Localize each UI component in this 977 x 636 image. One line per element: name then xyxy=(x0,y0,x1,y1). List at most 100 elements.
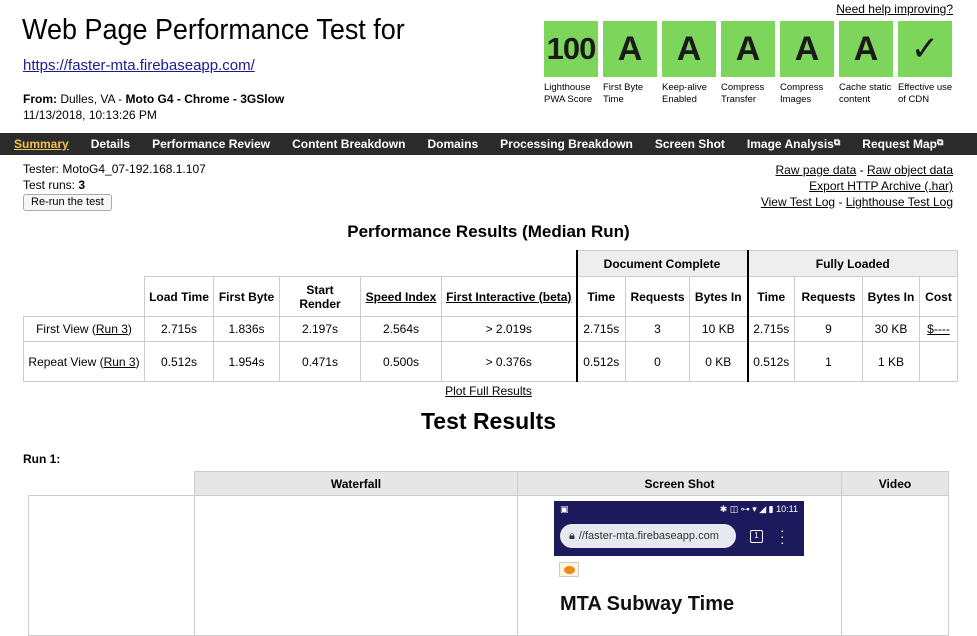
col-full-time: Time xyxy=(746,276,795,317)
grade-lighthouse[interactable]: 100 Lighthouse PWA Score xyxy=(544,21,603,106)
grade-label: Effective use of CDN xyxy=(898,82,953,105)
from-location: Dulles, VA xyxy=(60,92,115,106)
run-label: Run 1: xyxy=(23,452,61,466)
document-complete-header: Document Complete xyxy=(575,250,748,277)
grade-value: A xyxy=(662,21,716,77)
cost-cell[interactable]: $---- xyxy=(919,316,958,342)
col-full-requests: Requests xyxy=(794,276,863,317)
raw-page-data-link[interactable]: Raw page data xyxy=(776,163,857,177)
status-icons: ✱ ◫ ⊶ ▾ ◢ ▮ xyxy=(719,504,777,514)
grade-value: 100 xyxy=(544,21,598,77)
grade-label: Lighthouse PWA Score xyxy=(544,82,593,105)
tabs-icon: 1 xyxy=(750,530,763,543)
table-row: First View (Run 3) 2.715s 1.836s 2.197s … xyxy=(23,316,958,342)
site-logo-icon xyxy=(559,562,579,577)
more-vert-icon: · · · xyxy=(780,522,785,550)
tab-summary[interactable]: Summary xyxy=(14,137,69,151)
grade-label: Keep-alive Enabled xyxy=(662,82,707,105)
from-browser: Chrome xyxy=(184,92,230,106)
lighthouse-log-link[interactable]: Lighthouse Test Log xyxy=(846,195,953,209)
grade-value: A xyxy=(780,21,834,77)
col-first-interactive[interactable]: First Interactive (beta) xyxy=(441,276,577,317)
grades-panel: 100 Lighthouse PWA Score A First Byte Ti… xyxy=(544,21,957,106)
results-table: Waterfall Screen Shot Video xyxy=(28,471,949,636)
table-row: Repeat View (Run 3) 0.512s 1.954s 0.471s… xyxy=(23,341,958,382)
col-start-render: Start Render xyxy=(279,276,361,317)
grade-compress-images[interactable]: A Compress Images xyxy=(780,21,839,106)
col-load-time: Load Time xyxy=(144,276,214,317)
performance-table: Document Complete Fully Loaded Load Time… xyxy=(23,250,958,382)
nav-bar: Summary Details Performance Review Conte… xyxy=(0,133,977,155)
col-first-byte: First Byte xyxy=(213,276,280,317)
plot-full-results-link[interactable]: Plot Full Results xyxy=(445,384,532,398)
test-runs: Test runs: 3 xyxy=(23,178,86,192)
raw-object-data-link[interactable]: Raw object data xyxy=(867,163,953,177)
grade-value: A xyxy=(603,21,657,77)
from-label: From: xyxy=(23,92,57,106)
from-device: Moto G4 xyxy=(125,92,174,106)
grade-label: First Byte Time xyxy=(603,82,644,105)
help-improving-link[interactable]: Need help improving? xyxy=(836,2,953,16)
row-label: First View (Run 3) xyxy=(23,316,145,342)
plot-full-results: Plot Full Results xyxy=(0,384,977,398)
tested-url-link[interactable]: https://faster-mta.firebaseapp.com/ xyxy=(23,57,255,74)
grade-compress-transfer[interactable]: A Compress Transfer xyxy=(721,21,780,106)
col-speed-index[interactable]: Speed Index xyxy=(360,276,442,317)
col-video: Video xyxy=(841,471,949,496)
page-title: Web Page Performance Test for xyxy=(22,14,405,46)
tester-info: Tester: MotoG4_07-192.168.1.107 xyxy=(23,162,206,176)
col-doc-bytes: Bytes In xyxy=(689,276,748,317)
grade-label: Compress Images xyxy=(780,82,824,105)
cost-link[interactable]: $---- xyxy=(927,322,950,336)
tab-image-analysis[interactable]: Image Analysis⧉ xyxy=(747,137,840,151)
grade-label: Compress Transfer xyxy=(721,82,765,105)
export-har-link[interactable]: Export HTTP Archive (.har) xyxy=(809,179,953,193)
external-link-icon: ⧉ xyxy=(936,137,944,147)
screenshot-heading: MTA Subway Time xyxy=(560,593,735,615)
performance-results-title: Performance Results (Median Run) xyxy=(347,222,630,241)
tab-performance-review[interactable]: Performance Review xyxy=(152,137,270,151)
grade-first-byte[interactable]: A First Byte Time xyxy=(603,21,662,106)
video-cell xyxy=(841,495,949,636)
row-label: Repeat View (Run 3) xyxy=(23,341,145,382)
waterfall-cell[interactable] xyxy=(194,495,518,636)
grade-cdn[interactable]: ✓ Effective use of CDN xyxy=(898,21,957,106)
browser-toolbar: 🔒︎//faster-mta.firebaseapp.com 1 · · · xyxy=(554,518,804,556)
grade-value: A xyxy=(721,21,775,77)
run-link[interactable]: Run 3 xyxy=(104,355,136,369)
rerun-test-button[interactable]: Re-run the test xyxy=(23,194,112,211)
export-links: Raw page data - Raw object data Export H… xyxy=(760,163,953,209)
test-location: From: Dulles, VA - Moto G4 - Chrome - 3G… xyxy=(23,92,285,106)
col-cost: Cost xyxy=(919,276,958,317)
col-doc-requests: Requests xyxy=(625,276,690,317)
checkmark-icon: ✓ xyxy=(898,21,952,77)
phone-status-bar: ▣ ✱ ◫ ⊶ ▾ ◢ ▮ 10:11 xyxy=(554,501,804,518)
grade-cache-static[interactable]: A Cache static content xyxy=(839,21,898,106)
tab-request-map[interactable]: Request Map⧉ xyxy=(862,137,943,151)
fully-loaded-header: Fully Loaded xyxy=(746,250,958,277)
tab-domains[interactable]: Domains xyxy=(427,137,478,151)
test-results-title: Test Results xyxy=(420,408,557,434)
tab-processing-breakdown[interactable]: Processing Breakdown xyxy=(500,137,633,151)
col-screen-shot: Screen Shot xyxy=(517,471,842,496)
run-info-cell xyxy=(28,495,195,636)
grade-keep-alive[interactable]: A Keep-alive Enabled xyxy=(662,21,721,106)
address-bar: 🔒︎//faster-mta.firebaseapp.com xyxy=(560,524,736,548)
col-waterfall: Waterfall xyxy=(194,471,518,496)
col-doc-time: Time xyxy=(575,276,626,317)
external-link-icon: ⧉ xyxy=(833,137,841,147)
test-date: 11/13/2018, 10:13:26 PM xyxy=(23,108,157,122)
run-link[interactable]: Run 3 xyxy=(96,322,128,336)
status-time: 10:11 xyxy=(776,504,798,514)
view-test-log-link[interactable]: View Test Log xyxy=(761,195,835,209)
tab-content-breakdown[interactable]: Content Breakdown xyxy=(292,137,405,151)
android-icon: ▣ xyxy=(560,504,569,514)
tab-screen-shot[interactable]: Screen Shot xyxy=(655,137,725,151)
col-full-bytes: Bytes In xyxy=(862,276,920,317)
tab-details[interactable]: Details xyxy=(91,137,130,151)
grade-value: A xyxy=(839,21,893,77)
from-connection: 3GSlow xyxy=(240,92,285,106)
lock-icon: 🔒︎ xyxy=(569,529,575,542)
grade-label: Cache static content xyxy=(839,82,892,105)
page-screenshot[interactable]: ▣ ✱ ◫ ⊶ ▾ ◢ ▮ 10:11 🔒︎//faster-mta.fireb… xyxy=(554,501,804,628)
